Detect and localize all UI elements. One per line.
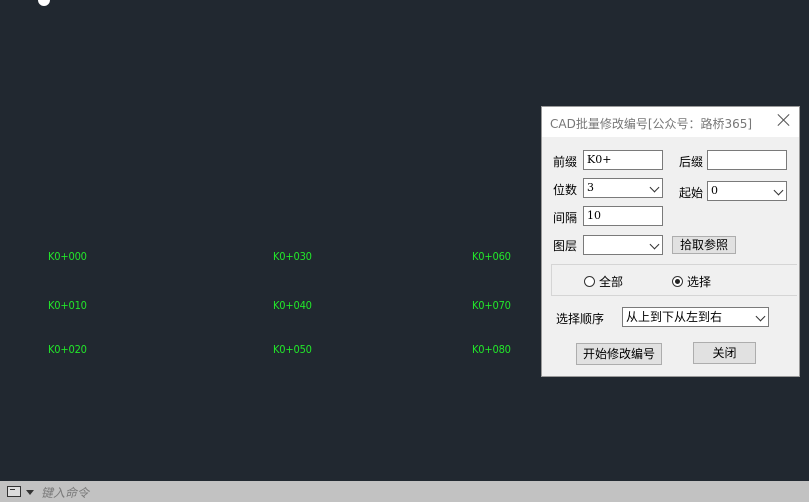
order-label: 选择顺序 xyxy=(556,312,605,326)
digits-label: 位数 xyxy=(553,183,578,197)
selection-mode-group: 全部 选择 xyxy=(551,264,797,296)
interval-label: 间隔 xyxy=(553,211,578,225)
order-value: 从上到下从左到右 xyxy=(626,310,723,324)
chevron-down-icon xyxy=(773,185,784,196)
station-label[interactable]: K0+050 xyxy=(273,343,312,356)
station-label[interactable]: K0+010 xyxy=(48,299,87,312)
digits-value: 3 xyxy=(587,181,594,194)
radio-select-label[interactable]: 选择 xyxy=(687,273,711,290)
close-button[interactable]: 关闭 xyxy=(693,342,756,364)
order-select[interactable]: 从上到下从左到右 xyxy=(622,307,769,327)
start-renumber-button[interactable]: 开始修改编号 xyxy=(576,343,662,365)
start-select[interactable]: 0 xyxy=(707,181,787,201)
cursor xyxy=(38,0,50,6)
station-label[interactable]: K0+060 xyxy=(472,250,511,263)
suffix-input[interactable] xyxy=(707,150,787,170)
dialog-title: CAD批量修改编号[公众号：路桥365] xyxy=(550,117,753,131)
layer-select[interactable] xyxy=(583,235,663,255)
suffix-label: 后缀 xyxy=(679,155,704,169)
radio-select[interactable] xyxy=(672,276,683,287)
start-value: 0 xyxy=(711,184,718,197)
chevron-down-icon xyxy=(649,239,660,250)
layer-label: 图层 xyxy=(553,239,578,253)
command-window-icon[interactable] xyxy=(7,486,21,497)
close-icon[interactable] xyxy=(777,113,791,127)
station-label[interactable]: K0+030 xyxy=(273,250,312,263)
batch-renumber-dialog: CAD批量修改编号[公众号：路桥365] 前缀 K0+ 后缀 位数 3 起始 0… xyxy=(541,106,800,377)
station-label[interactable]: K0+000 xyxy=(48,250,87,263)
station-label[interactable]: K0+080 xyxy=(472,343,511,356)
chevron-down-icon xyxy=(755,311,766,322)
radio-all-label[interactable]: 全部 xyxy=(599,273,623,290)
pick-reference-button[interactable]: 拾取参照 xyxy=(672,236,736,254)
prefix-label: 前缀 xyxy=(553,155,578,169)
chevron-down-icon[interactable] xyxy=(26,490,34,495)
command-line: 键入命令 xyxy=(0,481,809,502)
station-label[interactable]: K0+040 xyxy=(273,299,312,312)
command-input[interactable]: 键入命令 xyxy=(41,484,89,501)
radio-all[interactable] xyxy=(584,276,595,287)
chevron-down-icon xyxy=(649,182,660,193)
start-label: 起始 xyxy=(679,186,704,200)
station-label[interactable]: K0+020 xyxy=(48,343,87,356)
interval-input[interactable]: 10 xyxy=(583,206,663,226)
dialog-titlebar[interactable]: CAD批量修改编号[公众号：路桥365] xyxy=(542,107,799,137)
prefix-input[interactable]: K0+ xyxy=(583,150,663,170)
station-label[interactable]: K0+070 xyxy=(472,299,511,312)
digits-select[interactable]: 3 xyxy=(583,178,663,198)
